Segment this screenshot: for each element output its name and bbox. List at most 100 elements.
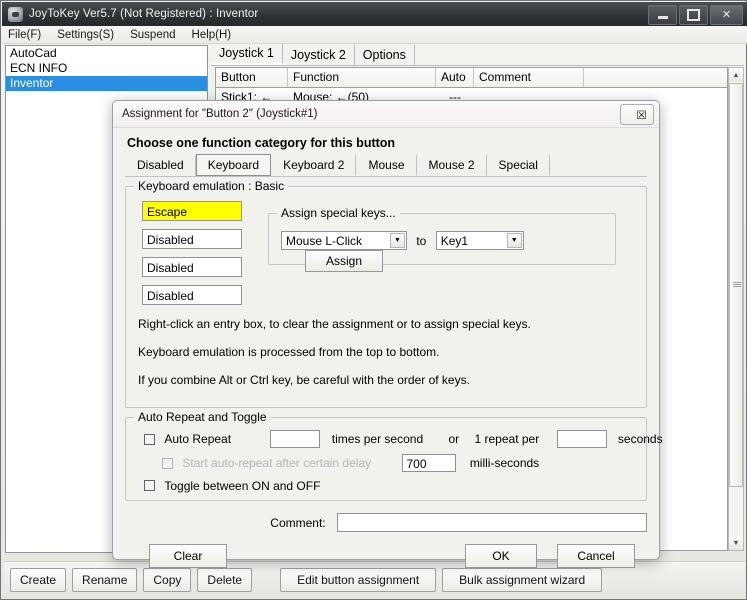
- cancel-button[interactable]: Cancel: [557, 544, 635, 568]
- keyboard-emulation-legend: Keyboard emulation : Basic: [134, 179, 289, 193]
- comment-input[interactable]: [337, 513, 647, 532]
- comment-label: Comment:: [270, 515, 326, 530]
- grid-header-row: Button Function Auto Comment: [216, 68, 727, 88]
- edit-button-assignment-button[interactable]: Edit button assignment: [280, 567, 437, 592]
- scrollbar-thumb[interactable]: [729, 83, 743, 487]
- auto-repeat-label: Auto Repeat: [164, 432, 232, 446]
- toggle-row: Toggle between ON and OFF: [144, 478, 320, 493]
- auto-repeat-delay-input[interactable]: 700: [402, 454, 457, 472]
- dialog-title-bar: Assignment for "Button 2" (Joystick#1) ☒: [113, 101, 659, 128]
- grid-header-auto: Auto: [436, 68, 474, 87]
- auto-repeat-delay-label: Start auto-repeat after certain delay: [182, 456, 372, 470]
- hint-line-2: Keyboard emulation is processed from the…: [138, 345, 440, 359]
- bulk-assignment-wizard-button[interactable]: Bulk assignment wizard: [442, 567, 603, 592]
- tab-special[interactable]: Special: [487, 154, 550, 176]
- toggle-onoff-checkbox[interactable]: [144, 480, 155, 492]
- assignment-dialog: Assignment for "Button 2" (Joystick#1) ☒…: [112, 100, 663, 568]
- clear-button[interactable]: Clear: [149, 544, 227, 568]
- tab-keyboard-2[interactable]: Keyboard 2: [271, 154, 357, 176]
- copy-button[interactable]: Copy: [143, 567, 192, 592]
- auto-repeat-delay-checkbox[interactable]: [162, 457, 173, 469]
- category-tabs: Disabled Keyboard Keyboard 2 Mouse Mouse…: [125, 154, 649, 176]
- auto-repeat-group: Auto Repeat and Toggle Auto Repeat times…: [125, 410, 663, 501]
- scrollbar-grip-icon: [733, 282, 741, 288]
- sidebar-item-inventor[interactable]: Inventor: [6, 76, 207, 91]
- maximize-button[interactable]: [679, 5, 708, 25]
- close-icon: ✕: [721, 8, 732, 21]
- special-keys-legend: Assign special keys...: [277, 206, 400, 220]
- category-tabs-divider: [125, 176, 647, 177]
- auto-repeat-or-label: or: [448, 432, 460, 446]
- menu-item-help[interactable]: Help(H): [192, 29, 232, 41]
- tab-joystick-2[interactable]: Joystick 2: [283, 45, 355, 65]
- key-entry-2[interactable]: Disabled: [142, 229, 242, 249]
- dialog-button-row: Clear OK Cancel: [123, 544, 649, 570]
- keyboard-emulation-group: Keyboard emulation : Basic Escape Disabl…: [125, 179, 647, 408]
- dialog-close-button[interactable]: ☒: [620, 104, 654, 125]
- dialog-body: Choose one function category for this bu…: [113, 128, 663, 570]
- chevron-down-icon: ▼: [390, 233, 405, 248]
- special-key-source-select[interactable]: Mouse L-Click ▼: [281, 231, 407, 250]
- minimize-button[interactable]: [648, 5, 677, 25]
- scroll-up-icon[interactable]: ▲: [729, 68, 743, 82]
- tab-options[interactable]: Options: [355, 45, 415, 65]
- special-key-target-value: Key1: [440, 234, 469, 248]
- special-key-target-select[interactable]: Key1 ▼: [435, 231, 524, 250]
- rename-button[interactable]: Rename: [72, 567, 138, 592]
- grid-header-function: Function: [288, 68, 436, 87]
- toggle-onoff-label: Toggle between ON and OFF: [164, 478, 321, 493]
- key-entry-4[interactable]: Disabled: [142, 285, 242, 305]
- tab-disabled[interactable]: Disabled: [125, 154, 196, 176]
- menu-item-suspend[interactable]: Suspend: [130, 29, 175, 41]
- chevron-down-icon: ▼: [506, 233, 522, 248]
- dialog-title: Assignment for "Button 2" (Joystick#1): [122, 108, 318, 120]
- auto-repeat-checkbox[interactable]: [144, 433, 155, 445]
- auto-repeat-rate-input[interactable]: [270, 430, 321, 448]
- key-entry-list: Escape Disabled Disabled Disabled: [142, 201, 242, 313]
- ok-button[interactable]: OK: [465, 544, 537, 568]
- window-controls: ✕: [648, 5, 743, 25]
- sidebar-item-ecn-info[interactable]: ECN INFO: [6, 61, 207, 76]
- application-root: JoyToKey Ver5.7 (Not Registered) : Inven…: [0, 0, 747, 600]
- special-key-source-value: Mouse L-Click: [286, 234, 363, 248]
- menu-bar: File(F) Settings(S) Suspend Help(H): [2, 26, 747, 44]
- hint-line-3: If you combine Alt or Ctrl key, be caref…: [138, 373, 470, 387]
- hint-line-1: Right-click an entry box, to clear the a…: [138, 317, 531, 331]
- tab-keyboard[interactable]: Keyboard: [195, 154, 272, 176]
- title-bar: JoyToKey Ver5.7 (Not Registered) : Inven…: [2, 2, 747, 26]
- auto-repeat-row: Auto Repeat times per second or 1 repeat…: [144, 430, 663, 448]
- assign-button[interactable]: Assign: [305, 250, 384, 272]
- delete-button[interactable]: Delete: [197, 567, 253, 592]
- auto-repeat-delay-row: Start auto-repeat after certain delay 70…: [162, 454, 539, 472]
- scroll-down-icon[interactable]: ▼: [729, 536, 743, 550]
- auto-repeat-legend: Auto Repeat and Toggle: [134, 410, 271, 424]
- grid-header-spare: [584, 68, 727, 87]
- dialog-close-icon: ☒: [636, 109, 647, 122]
- menu-item-file[interactable]: File(F): [8, 29, 41, 41]
- special-keys-to-label: to: [416, 233, 427, 248]
- key-entry-3[interactable]: Disabled: [142, 257, 242, 277]
- grid-header-comment: Comment: [474, 68, 584, 87]
- auto-repeat-seconds-suffix: seconds: [617, 432, 663, 446]
- joystick-app-icon: [8, 6, 23, 22]
- sidebar-item-autocad[interactable]: AutoCad: [6, 46, 207, 61]
- tab-mouse[interactable]: Mouse: [356, 154, 417, 176]
- create-button[interactable]: Create: [10, 567, 67, 592]
- special-keys-group: Assign special keys... Mouse L-Click ▼ t…: [268, 206, 616, 272]
- tab-mouse-2[interactable]: Mouse 2: [417, 154, 487, 176]
- auto-repeat-per-label: 1 repeat per: [474, 432, 540, 446]
- window-title: JoyToKey Ver5.7 (Not Registered) : Inven…: [29, 8, 259, 20]
- tabs-divider: [211, 65, 744, 66]
- tab-joystick-1[interactable]: Joystick 1: [211, 43, 283, 65]
- close-button[interactable]: ✕: [710, 5, 743, 25]
- auto-repeat-rate-suffix: times per second: [331, 432, 424, 446]
- grid-header-button: Button: [216, 68, 288, 87]
- menu-item-settings[interactable]: Settings(S): [57, 29, 114, 41]
- grid-scrollbar[interactable]: ▲ ▼: [728, 67, 744, 551]
- comment-row: Comment:: [125, 513, 647, 532]
- auto-repeat-seconds-input[interactable]: [556, 430, 607, 448]
- dialog-heading: Choose one function category for this bu…: [127, 136, 396, 150]
- joystick-tabs: Joystick 1 Joystick 2 Options: [211, 43, 415, 65]
- auto-repeat-delay-suffix: milli-seconds: [469, 456, 540, 470]
- key-entry-1[interactable]: Escape: [142, 201, 242, 221]
